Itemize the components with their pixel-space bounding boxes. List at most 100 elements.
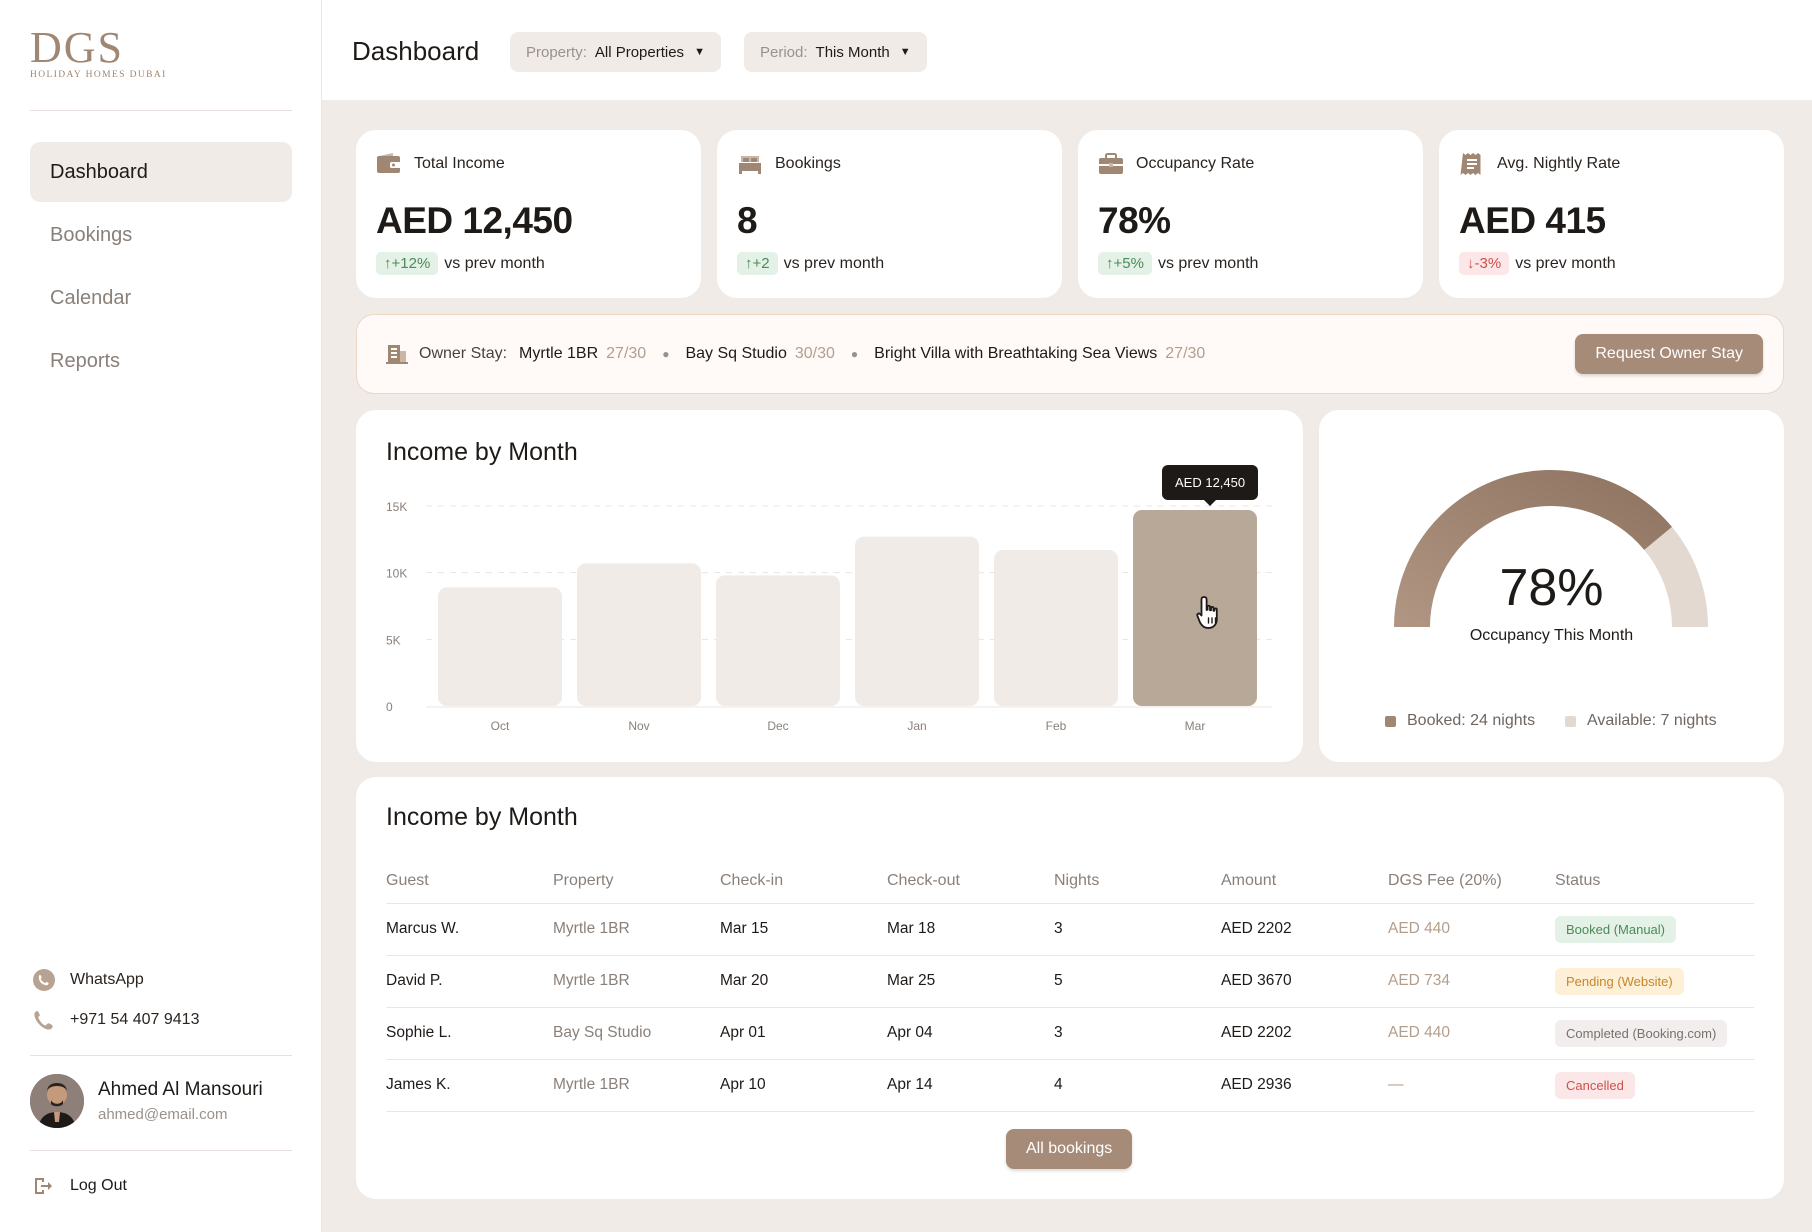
property-cell: Bay Sq Studio: [553, 1007, 720, 1060]
checkin-cell: Apr 10: [720, 1059, 887, 1112]
column-header[interactable]: Check-out: [887, 859, 1054, 904]
column-header[interactable]: Check-in: [720, 859, 887, 904]
guest-cell: Marcus W.: [386, 903, 553, 956]
owner-stay-property: Bright Villa with Breathtaking Sea Views: [874, 345, 1158, 362]
status-badge: Booked (Manual): [1555, 915, 1676, 943]
bar[interactable]: [855, 536, 979, 706]
legend-label: Available: 7 nights: [1587, 712, 1717, 729]
stat-card-total-income: Total Income AED 12,450 ↑+12% vs prev mo…: [356, 130, 701, 298]
table-row[interactable]: James K. Myrtle 1BR Apr 10 Apr 14 4 AED …: [386, 1059, 1754, 1112]
checkout-cell: Apr 04: [887, 1007, 1054, 1060]
sidebar-item-reports[interactable]: Reports: [30, 331, 292, 391]
occupancy-card: 78% Occupancy This Month Booked: 24 nigh…: [1319, 410, 1784, 762]
hand-cursor-icon: [1194, 594, 1226, 637]
owner-stay-count: 27/30: [606, 345, 647, 362]
stat-compare: vs prev month: [1515, 254, 1616, 272]
x-tick-label: Oct: [491, 719, 510, 733]
all-bookings-button[interactable]: All bookings: [1006, 1129, 1133, 1169]
stat-value: 78%: [1098, 200, 1171, 241]
bookings-table-card: Income by Month Guest Property Check-in …: [356, 777, 1784, 1199]
legend-swatch: [1565, 715, 1576, 727]
occupancy-value: 78%: [1499, 559, 1604, 617]
checkin-cell: Mar 20: [720, 955, 887, 1008]
user-email: ahmed@email.com: [98, 1106, 228, 1123]
chevron-down-icon: ▼: [694, 46, 705, 58]
stat-value: AED 415: [1459, 200, 1606, 241]
page-title: Dashboard: [352, 36, 480, 66]
sidebar-item-dashboard[interactable]: Dashboard: [30, 142, 292, 202]
stat-value: AED 12,450: [376, 200, 573, 241]
status-cell: Booked (Manual): [1555, 903, 1754, 956]
status-badge: Completed (Booking.com): [1555, 1019, 1728, 1047]
status-cell: Completed (Booking.com): [1555, 1007, 1754, 1060]
bar[interactable]: [438, 587, 562, 706]
separator-dot: ●: [850, 347, 859, 361]
building-icon: [385, 342, 409, 366]
period-filter[interactable]: Period: This Month ▼: [744, 32, 927, 72]
property-cell: Myrtle 1BR: [553, 955, 720, 1008]
checkout-cell: Mar 18: [887, 903, 1054, 956]
sidebar: DGS HOLIDAY HOMES DUBAI Dashboard Bookin…: [0, 0, 322, 1232]
property-filter[interactable]: Property: All Properties ▼: [510, 32, 721, 72]
nights-cell: 4: [1054, 1059, 1221, 1112]
bar[interactable]: [994, 550, 1118, 706]
column-header[interactable]: Guest: [386, 859, 553, 904]
whatsapp-link[interactable]: WhatsApp: [32, 968, 144, 992]
logo-subtitle: HOLIDAY HOMES DUBAI: [30, 70, 167, 80]
whatsapp-label: WhatsApp: [70, 971, 144, 988]
table-row[interactable]: David P. Myrtle 1BR Mar 20 Mar 25 5 AED …: [386, 955, 1754, 1008]
status-badge: Pending (Website): [1555, 967, 1684, 995]
sidebar-divider: [30, 1055, 292, 1056]
stat-label: Total Income: [414, 155, 505, 172]
owner-stay-count: 30/30: [794, 345, 835, 362]
logout-button[interactable]: Log Out: [32, 1174, 127, 1198]
nights-cell: 3: [1054, 1007, 1221, 1060]
column-header[interactable]: Nights: [1054, 859, 1221, 904]
sidebar-item-bookings[interactable]: Bookings: [30, 205, 292, 265]
x-tick-label: Dec: [767, 719, 788, 733]
user-profile[interactable]: Ahmed Al Mansouri ahmed@email.com: [30, 1074, 263, 1128]
trend-badge: ↑+5%: [1098, 252, 1152, 275]
stat-card-bookings: Bookings 8 ↑+2 vs prev month: [717, 130, 1062, 298]
logout-label: Log Out: [70, 1177, 127, 1194]
y-tick-label: 10K: [386, 567, 407, 581]
property-filter-value: All Properties: [594, 43, 685, 61]
stat-compare: vs prev month: [444, 254, 545, 272]
checkin-cell: Mar 15: [720, 903, 887, 956]
phone-link[interactable]: +971 54 407 9413: [32, 1008, 199, 1032]
trend-badge: ↑+2: [737, 252, 778, 275]
fee-cell: AED 440: [1388, 1007, 1555, 1060]
request-owner-stay-button[interactable]: Request Owner Stay: [1575, 334, 1763, 374]
chevron-down-icon: ▼: [899, 46, 911, 58]
y-tick-label: 5K: [386, 633, 401, 647]
stat-compare: vs prev month: [1157, 254, 1259, 272]
stat-label: Occupancy Rate: [1136, 155, 1255, 172]
checkin-cell: Apr 01: [720, 1007, 887, 1060]
separator-dot: ●: [662, 347, 670, 361]
legend-booked: Booked: 24 nights: [1385, 712, 1535, 730]
sidebar-item-calendar[interactable]: Calendar: [30, 268, 292, 328]
briefcase-icon: [1098, 152, 1124, 176]
column-header[interactable]: Property: [553, 859, 720, 904]
stat-card-avg-rate: Avg. Nightly Rate AED 415 ↓-3% vs prev m…: [1439, 130, 1784, 298]
column-header[interactable]: Amount: [1221, 859, 1388, 904]
property-cell: Myrtle 1BR: [553, 903, 720, 956]
guest-cell: David P.: [386, 955, 553, 1008]
table-row[interactable]: Sophie L. Bay Sq Studio Apr 01 Apr 04 3 …: [386, 1007, 1754, 1060]
phone-number: +971 54 407 9413: [70, 1011, 200, 1028]
x-tick-label: Nov: [628, 719, 649, 733]
amount-cell: AED 2202: [1221, 903, 1388, 956]
amount-cell: AED 3670: [1221, 955, 1388, 1008]
column-header[interactable]: Status: [1555, 859, 1754, 904]
bookings-table: Guest Property Check-in Check-out Nights…: [386, 859, 1754, 1112]
bar[interactable]: [716, 575, 840, 706]
stat-card-occupancy: Occupancy Rate 78% ↑+5% vs prev month: [1078, 130, 1423, 298]
guest-cell: James K.: [386, 1059, 553, 1112]
logo[interactable]: DGS HOLIDAY HOMES DUBAI: [30, 26, 167, 81]
table-row[interactable]: Marcus W. Myrtle 1BR Mar 15 Mar 18 3 AED…: [386, 903, 1754, 956]
x-tick-label: Jan: [907, 719, 926, 733]
occupancy-label: Occupancy This Month: [1469, 627, 1634, 644]
bar[interactable]: [577, 563, 701, 706]
table-header-row: Guest Property Check-in Check-out Nights…: [386, 859, 1754, 904]
column-header[interactable]: DGS Fee (20%): [1388, 859, 1555, 904]
